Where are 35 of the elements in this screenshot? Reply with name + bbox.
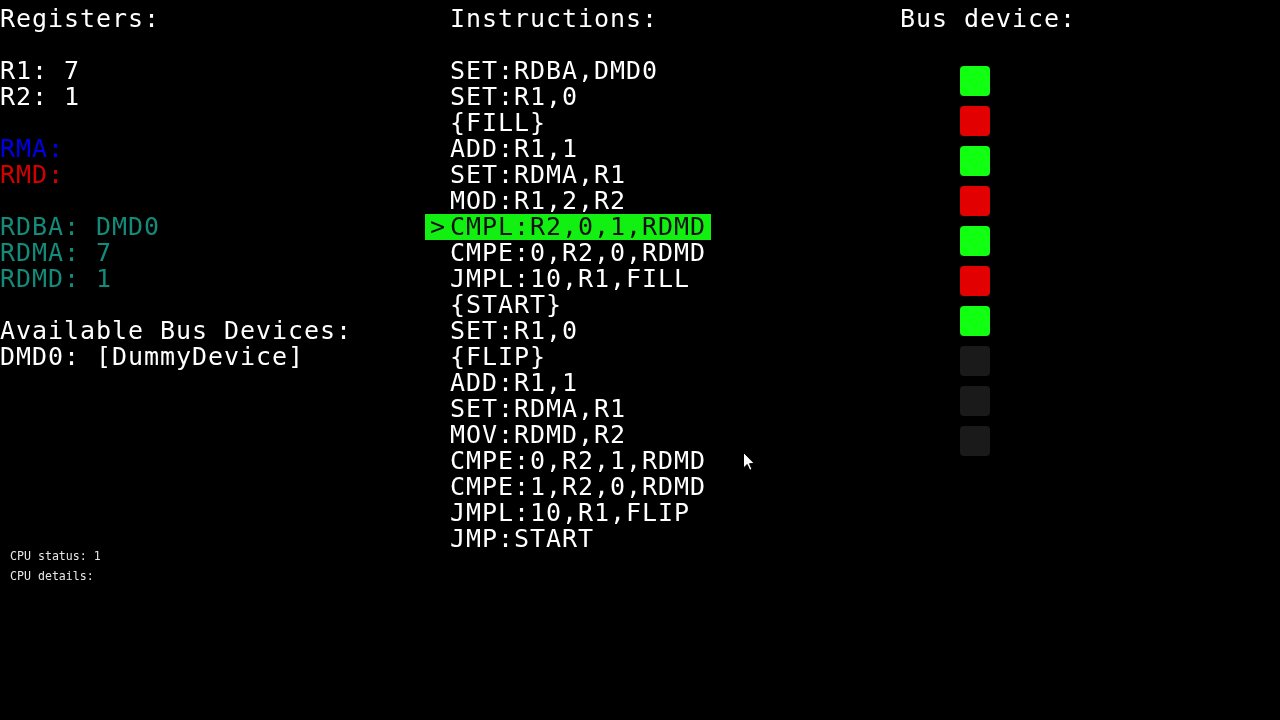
instruction-text: SET:R1,0 (450, 318, 578, 344)
register-text: RDMA: 7 (0, 240, 112, 266)
instruction-text: JMP:START (450, 526, 594, 552)
register-text: R2: 1 (0, 84, 80, 110)
section-title: Instructions: (450, 6, 659, 32)
cpu-status-text: CPU status: 1 (10, 549, 101, 563)
instruction-text: ADD:R1,1 (450, 370, 578, 396)
instruction-text: MOD:R1,2,R2 (450, 188, 626, 214)
instruction-text: SET:RDMA,R1 (450, 396, 626, 422)
instruction-text: SET:R1,0 (450, 84, 578, 110)
register-text: RMA: (0, 136, 64, 162)
instruction-text: CMPE:0,R2,0,RDMD (450, 240, 707, 266)
section-title: Available Bus Devices: (0, 318, 353, 344)
instruction-text: CMPE:1,R2,0,RDMD (450, 474, 707, 500)
register-text: RMD: (0, 162, 64, 188)
instruction-text: {FLIP} (450, 344, 546, 370)
instruction-text: ADD:R1,1 (450, 136, 578, 162)
register-text: RDMD: 1 (0, 266, 112, 292)
device-text: DMD0: [DummyDevice] (0, 344, 305, 370)
instruction-text: CMPL:R2,0,1,RDMD (450, 214, 707, 240)
instruction-text: SET:RDBA,DMD0 (450, 58, 659, 84)
register-text: R1: 7 (0, 58, 80, 84)
instruction-text: MOV:RDMD,R2 (450, 422, 626, 448)
mouse-pointer-icon (743, 452, 755, 471)
instruction-text: JMPL:10,R1,FLIP (450, 500, 691, 526)
section-title: Bus device: (900, 6, 1076, 32)
pointer-text: > (428, 214, 447, 240)
instruction-text: {FILL} (450, 110, 546, 136)
instruction-text: JMPL:10,R1,FILL (450, 266, 691, 292)
section-title: Registers: (0, 6, 160, 32)
cpu-details-text: CPU details: (10, 569, 94, 583)
instruction-text: SET:RDMA,R1 (450, 162, 626, 188)
instruction-text: CMPE:0,R2,1,RDMD (450, 448, 707, 474)
register-text: RDBA: DMD0 (0, 214, 160, 240)
instruction-text: {START} (450, 292, 562, 318)
